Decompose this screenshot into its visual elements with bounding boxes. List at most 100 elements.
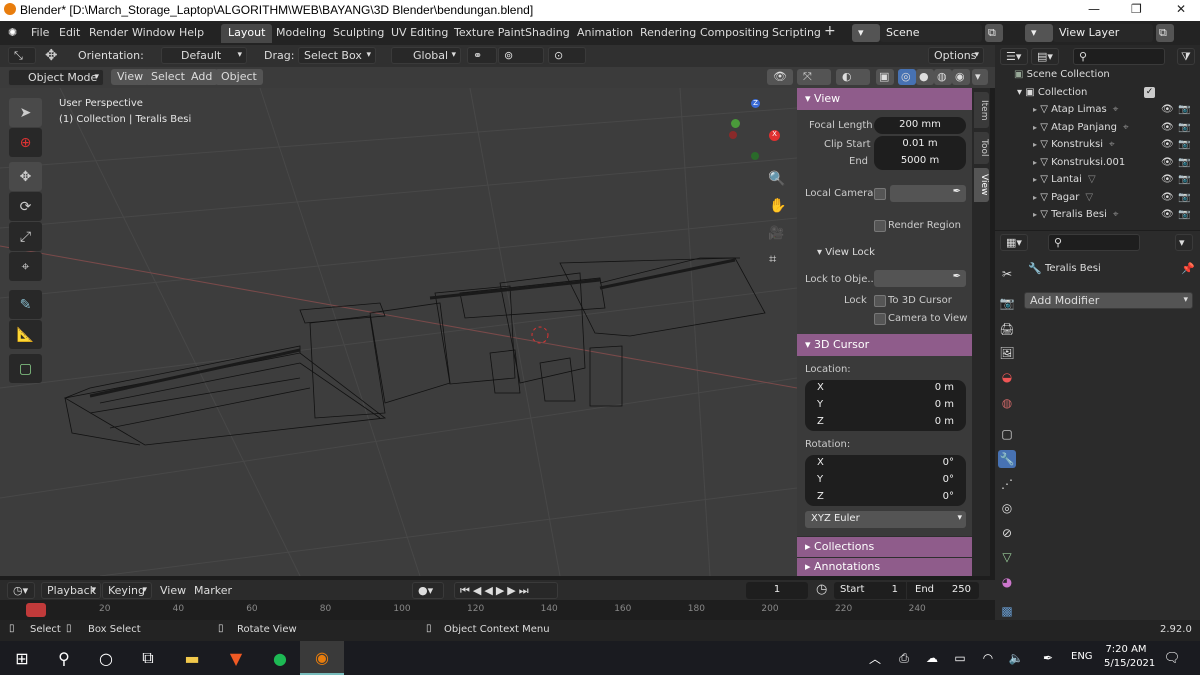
editor-type-icon[interactable]: ◷▾: [7, 582, 35, 599]
maximize-icon[interactable]: ❐: [1131, 2, 1142, 16]
pin-icon[interactable]: 📌: [1181, 262, 1195, 275]
menu-render[interactable]: Render: [89, 26, 128, 39]
tab-modeling[interactable]: Modeling: [269, 24, 333, 43]
3d-viewport[interactable]: ➤ ⊕ ✥ ⟳ ⤢ ⌖ ✎ 📐 ▢ Z X 🔍 ✋ 🎥 ⌗: [0, 88, 797, 576]
menu-edit[interactable]: Edit: [59, 26, 80, 39]
visibility-icon[interactable]: 👁: [767, 69, 793, 85]
current-frame-field[interactable]: 1: [746, 582, 808, 599]
tab-item[interactable]: Item: [974, 92, 989, 128]
keying-dropdown[interactable]: Keying ▾: [102, 582, 152, 599]
tab-animation[interactable]: Animation: [570, 24, 640, 43]
timeline-view-menu[interactable]: View: [160, 584, 186, 597]
gizmo-neg-y-axis[interactable]: [751, 152, 759, 160]
tool-cursor-icon[interactable]: ⊕: [9, 128, 42, 157]
location-x-field[interactable]: X 0 m: [805, 380, 966, 397]
pan-hand-icon[interactable]: ✋: [769, 198, 786, 214]
texture-props-icon[interactable]: ▩: [998, 602, 1016, 620]
collection-checkbox[interactable]: ✓: [1144, 87, 1155, 98]
visibility-eye-icon[interactable]: 👁: [1161, 157, 1174, 168]
visibility-eye-icon[interactable]: 👁: [1161, 122, 1174, 133]
object-props-icon[interactable]: ▢: [998, 425, 1016, 443]
data-props-icon[interactable]: ▽: [998, 548, 1016, 566]
outliner-item[interactable]: ▸ ▽ Pagar ▽ 👁 📷: [1033, 192, 1193, 209]
physics-props-icon[interactable]: ◎: [998, 499, 1016, 517]
modifier-props-icon[interactable]: 🔧: [998, 450, 1016, 468]
options-dropdown[interactable]: Options ▾: [928, 47, 984, 64]
constraints-props-icon[interactable]: ⊘: [998, 524, 1016, 542]
render-camera-icon[interactable]: 📷: [1178, 122, 1190, 133]
active-tool-icon[interactable]: ⤡: [8, 47, 36, 64]
shading-solid-icon[interactable]: ●: [916, 69, 934, 85]
material-props-icon[interactable]: ◕: [998, 573, 1016, 591]
tool-props-icon[interactable]: ✂: [998, 265, 1016, 283]
view-layer-props-icon[interactable]: 🖼: [998, 344, 1016, 362]
start-frame-field[interactable]: Start 1: [834, 582, 906, 599]
rotation-mode-dropdown[interactable]: XYZ Euler ▾: [805, 511, 966, 528]
language-indicator[interactable]: ENG: [1071, 651, 1093, 662]
rotation-x-field[interactable]: X 0°: [805, 455, 966, 472]
view-panel-header[interactable]: ▾ View: [797, 88, 972, 110]
tab-sculpting[interactable]: Sculpting: [326, 24, 391, 43]
render-camera-icon[interactable]: 📷: [1178, 139, 1190, 150]
windows-start-icon[interactable]: ⊞: [0, 641, 44, 675]
outliner-display-mode-icon[interactable]: ▤▾: [1031, 48, 1059, 65]
blender-taskbar-icon[interactable]: ◉: [300, 641, 344, 675]
world-props-icon[interactable]: ◍: [998, 394, 1016, 412]
pivot-point-icon[interactable]: ⚭: [467, 47, 497, 64]
shading-wireframe-icon[interactable]: ◎: [898, 69, 916, 85]
tool-move-icon[interactable]: ✥: [9, 162, 42, 191]
gizmo-toggle-icon[interactable]: ⤧: [797, 69, 831, 85]
proportional-edit-icon[interactable]: ⊙: [548, 47, 586, 64]
3d-cursor-panel-header[interactable]: ▾ 3D Cursor: [797, 334, 972, 356]
location-y-field[interactable]: Y 0 m: [805, 397, 966, 414]
local-camera-checkbox[interactable]: [874, 188, 886, 200]
outliner-item[interactable]: ▸ ▽ Teralis Besi ⌖ 👁 📷: [1033, 209, 1193, 226]
preview-range-icon[interactable]: ◷: [816, 582, 827, 597]
view-layer-field[interactable]: View Layer: [1053, 24, 1153, 42]
local-camera-field[interactable]: ✒: [890, 185, 966, 202]
render-camera-icon[interactable]: 📷: [1178, 192, 1190, 203]
properties-options-icon[interactable]: ▾: [1175, 234, 1193, 251]
file-explorer-icon[interactable]: ▬: [170, 641, 214, 675]
render-camera-icon[interactable]: 📷: [1178, 209, 1190, 220]
visibility-eye-icon[interactable]: 👁: [1161, 192, 1174, 203]
menu-help[interactable]: Help: [179, 26, 204, 39]
outliner-search-input[interactable]: ⚲: [1073, 48, 1165, 65]
outliner-item[interactable]: ▸ ▽ Konstruksi.001 👁 📷: [1033, 157, 1193, 174]
view-lock-subpanel[interactable]: ▾ View Lock: [817, 247, 875, 258]
tool-annotate-icon[interactable]: ✎: [9, 290, 42, 319]
rotation-y-field[interactable]: Y 0°: [805, 472, 966, 489]
close-icon[interactable]: ✕: [1176, 2, 1186, 16]
to-3d-cursor-checkbox[interactable]: [874, 295, 886, 307]
add-modifier-button[interactable]: Add Modifier ▾: [1024, 292, 1193, 309]
xray-icon[interactable]: ▣: [876, 69, 894, 85]
end-frame-field[interactable]: End 250: [907, 582, 979, 599]
menu-add[interactable]: Add: [185, 69, 219, 85]
outliner-item[interactable]: ▸ ▽ Atap Limas ⌖ 👁 📷: [1033, 104, 1193, 121]
particles-props-icon[interactable]: ⋰: [998, 475, 1016, 493]
tool-add-cube-icon[interactable]: ▢: [9, 354, 42, 383]
clip-end-field[interactable]: 5000 m: [874, 153, 966, 170]
record-icon[interactable]: ●▾: [412, 582, 444, 599]
pen-icon[interactable]: ✒: [1028, 641, 1068, 675]
render-props-icon[interactable]: 📷: [998, 294, 1016, 312]
annotations-panel-header[interactable]: ▸ Annotations: [797, 558, 972, 576]
visibility-eye-icon[interactable]: 👁: [1161, 209, 1174, 220]
render-camera-icon[interactable]: 📷: [1178, 157, 1190, 168]
shading-material-icon[interactable]: ◍: [934, 69, 952, 85]
scene-browse-icon[interactable]: ▾: [852, 24, 880, 42]
timeline-marker-menu[interactable]: Marker: [194, 584, 232, 597]
add-workspace-icon[interactable]: +: [824, 23, 836, 39]
transform-orientation-dropdown[interactable]: Global ▾: [391, 47, 461, 64]
transform-pivot-icon[interactable]: ✥: [45, 46, 58, 64]
timeline-ruler[interactable]: 20 40 60 80 100 120 140 160 180 200 220 240: [0, 600, 995, 620]
menu-window[interactable]: Window: [132, 26, 175, 39]
gizmo-x-axis[interactable]: X: [769, 130, 780, 141]
menu-file[interactable]: File: [31, 26, 49, 39]
scene-name-field[interactable]: Scene: [880, 24, 982, 42]
gizmo-z-axis[interactable]: Z: [751, 99, 760, 108]
focal-length-field[interactable]: 200 mm: [874, 117, 966, 134]
collections-panel-header[interactable]: ▸ Collections: [797, 537, 972, 557]
collection-row[interactable]: ▾ ▣ Collection: [1017, 87, 1087, 104]
tab-compositing[interactable]: Compositing: [693, 24, 776, 43]
